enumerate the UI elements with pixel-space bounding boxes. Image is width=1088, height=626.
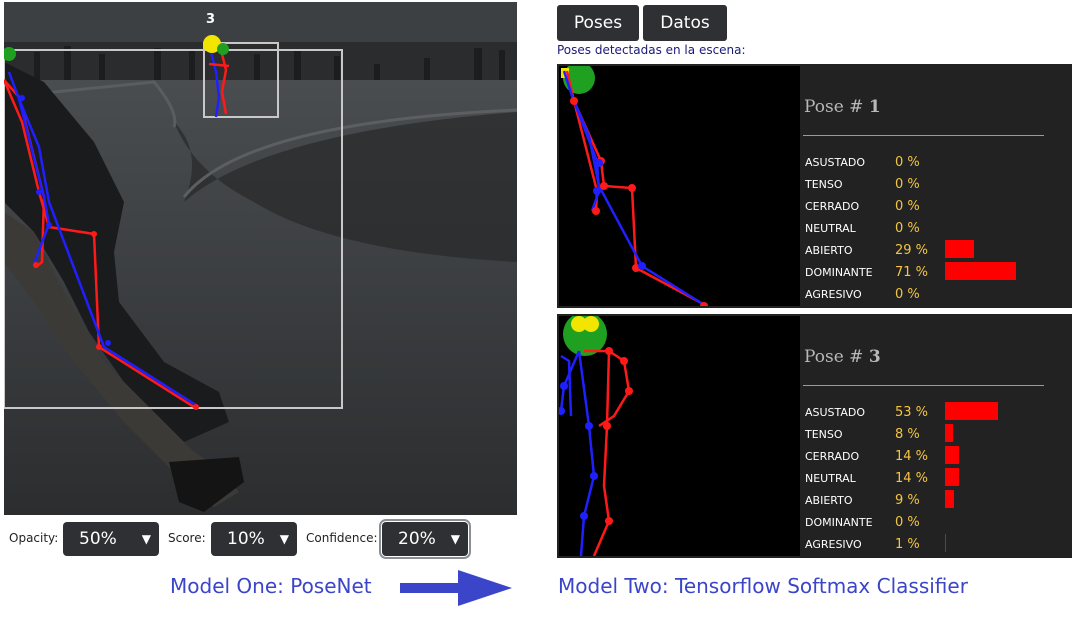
emotion-label: ABIERTO (805, 244, 853, 257)
emotion-percent: 0 % (895, 221, 920, 236)
score-value: 10% (227, 529, 265, 549)
score-label: Score: (168, 531, 206, 545)
emotion-bar (945, 468, 959, 486)
emotion-percent: 0 % (895, 287, 920, 302)
right-caption: Model Two: Tensorflow Softmax Classifier (558, 574, 968, 598)
pose-1-thumbnail (559, 62, 800, 310)
emotion-label: DOMINANTE (805, 516, 873, 529)
chevron-down-icon: ▼ (141, 532, 151, 546)
pose-1-title: Pose # 1 (804, 97, 881, 117)
emotion-label: DOMINANTE (805, 266, 873, 279)
emotion-label: AGRESIVO (805, 538, 862, 551)
tab-poses[interactable]: Poses (557, 5, 639, 41)
pose-title-prefix: Pose # (804, 97, 864, 117)
emotion-bar (945, 402, 998, 420)
emotion-percent: 14 % (895, 471, 929, 486)
poses-heading: Poses detectadas en la escena: (557, 43, 746, 57)
emotion-percent: 1 % (895, 537, 920, 552)
divider (803, 135, 1044, 136)
emotion-percent: 0 % (895, 177, 920, 192)
emotion-label: TENSO (805, 178, 843, 191)
emotion-percent: 0 % (895, 155, 920, 170)
emotion-bar (945, 262, 1016, 280)
arrow-right-icon (400, 570, 512, 606)
emotion-percent: 0 % (895, 515, 920, 530)
emotion-bar (945, 424, 953, 442)
confidence-select[interactable]: 20% ▼ (379, 519, 471, 559)
emotion-bar (945, 240, 974, 258)
emotion-label: TENSO (805, 428, 843, 441)
emotion-label: NEUTRAL (805, 472, 856, 485)
emotion-label: ASUSTADO (805, 406, 866, 419)
emotion-label: CERRADO (805, 200, 860, 213)
emotion-percent: 53 % (895, 405, 929, 420)
emotion-label: ABIERTO (805, 494, 853, 507)
posenet-scene-canvas: 3 (4, 2, 517, 515)
pose-card-1: Pose # 1 ASUSTADO 0 % TENSO 0 % CERRADO 0 % NE… (557, 62, 1072, 310)
emotion-percent: 29 % (895, 243, 929, 258)
emotion-label: NEUTRAL (805, 222, 856, 235)
pose-title-prefix: Pose # (804, 347, 864, 367)
pose-3-title: Pose # 3 (804, 347, 881, 367)
opacity-value: 50% (79, 529, 117, 549)
emotion-percent: 71 % (895, 265, 929, 280)
chevron-down-icon: ▼ (279, 532, 289, 546)
emotion-percent: 8 % (895, 427, 920, 442)
emotion-bar (945, 534, 946, 552)
emotion-percent: 9 % (895, 493, 920, 508)
emotion-percent: 14 % (895, 449, 929, 464)
emotion-percent: 0 % (895, 199, 920, 214)
pose-number: 1 (868, 97, 881, 117)
confidence-value: 20% (398, 529, 436, 549)
pose-3-thumbnail (557, 312, 800, 557)
emotion-label: ASUSTADO (805, 156, 866, 169)
left-caption: Model One: PoseNet (170, 574, 372, 598)
tab-datos[interactable]: Datos (643, 5, 727, 41)
pose-3-label: 3 (206, 12, 215, 27)
emotion-bar (945, 446, 959, 464)
emotion-bar (945, 490, 954, 508)
divider (803, 385, 1044, 386)
chevron-down-icon: ▼ (450, 532, 460, 546)
pose-card-3: Pose # 3 ASUSTADO 53 % TENSO 8 % CERRADO 14 %… (557, 312, 1072, 558)
pose-number: 3 (868, 347, 881, 367)
emotion-label: CERRADO (805, 450, 860, 463)
confidence-label: Confidence: (306, 531, 378, 545)
score-select[interactable]: 10% ▼ (211, 522, 297, 556)
emotion-label: AGRESIVO (805, 288, 862, 301)
opacity-label: Opacity: (9, 531, 59, 545)
opacity-select[interactable]: 50% ▼ (63, 522, 159, 556)
